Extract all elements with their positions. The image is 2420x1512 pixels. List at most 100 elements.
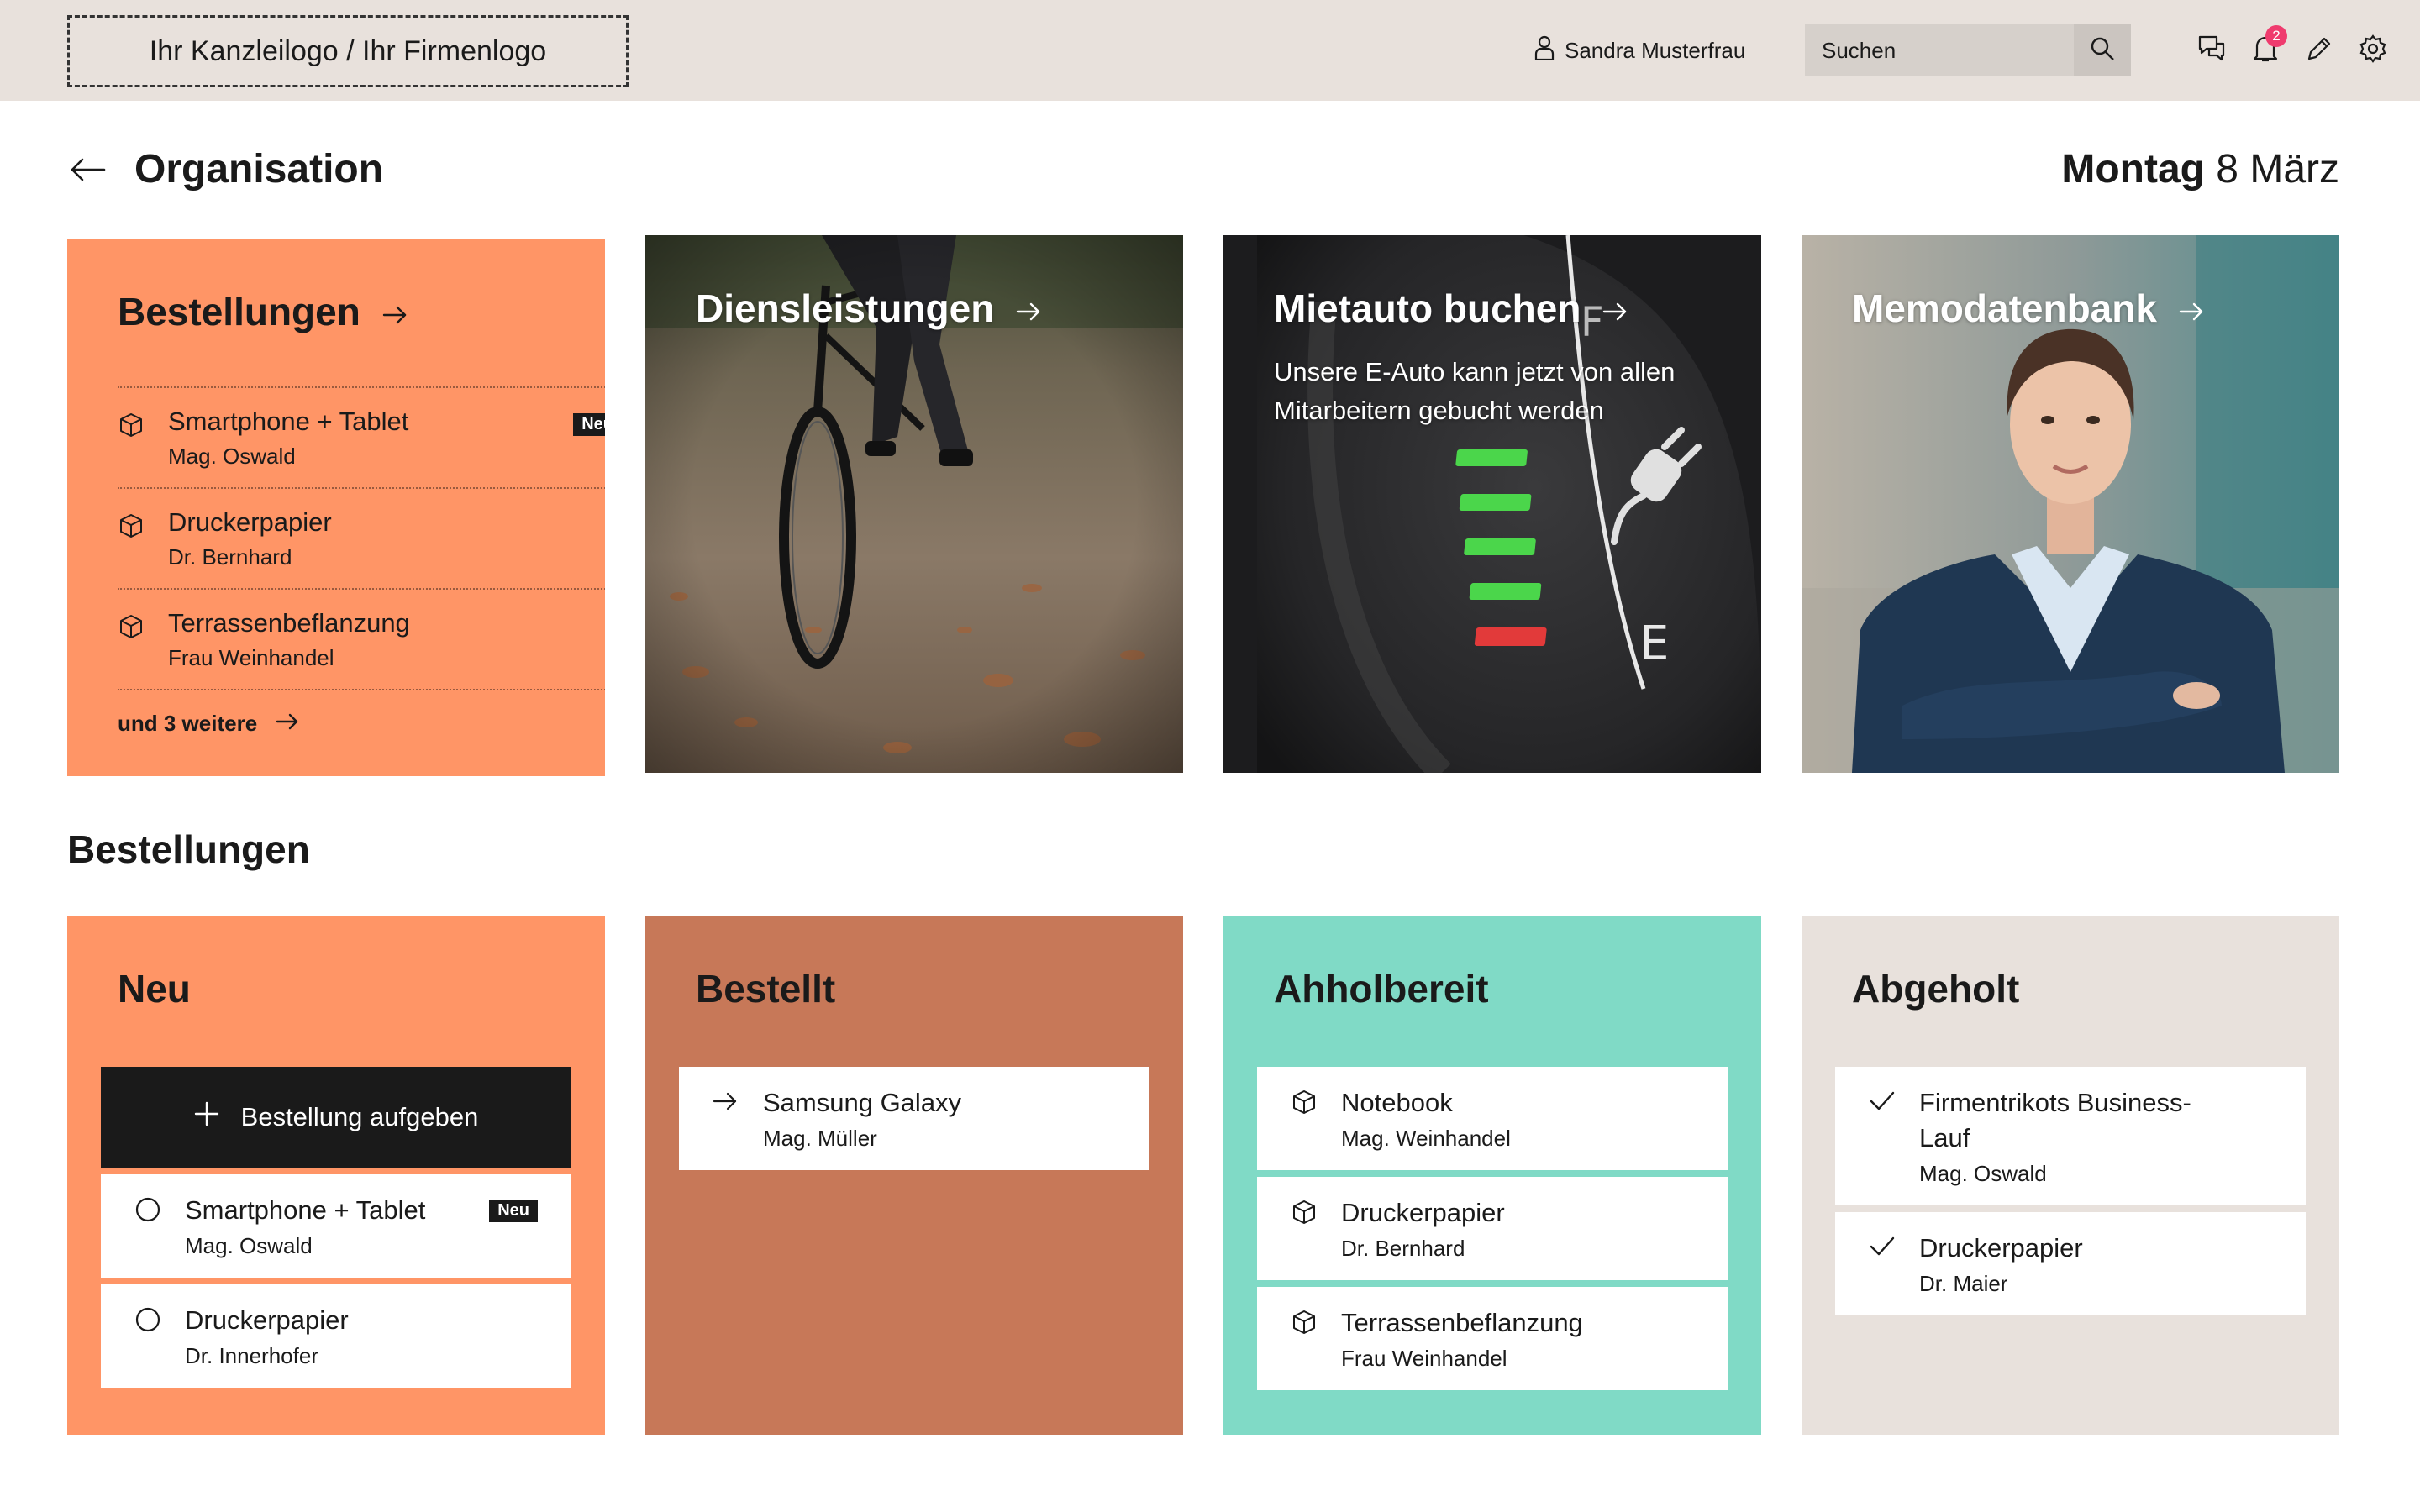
kanban-card[interactable]: Druckerpapier Dr. Innerhofer: [101, 1284, 571, 1388]
search-button[interactable]: [2074, 24, 2131, 76]
kanban-card[interactable]: Smartphone + Tablet Mag. Oswald Neu: [101, 1174, 571, 1278]
orders-card-title-link[interactable]: Bestellungen: [118, 289, 408, 334]
plus-icon: [194, 1101, 219, 1133]
checkmark-icon: [1869, 1234, 1896, 1263]
kanban-column-ready: Ahholbereit Notebook Mag. Weinhandel Dru…: [1223, 916, 1761, 1435]
card-subtitle: Mag. Weinhandel: [1341, 1126, 1511, 1151]
circle-icon[interactable]: [134, 1306, 161, 1337]
user-icon: [1534, 35, 1555, 66]
svg-text:E: E: [1639, 617, 1669, 671]
item-subtitle: Frau Weinhandel: [168, 645, 334, 670]
card-title: Terrassenbeflanzung: [1341, 1308, 1583, 1337]
chat-icon: [2197, 34, 2226, 67]
new-badge: Neu: [489, 1200, 538, 1222]
card-subtitle: Dr. Innerhofer: [185, 1343, 318, 1368]
circle-icon[interactable]: [134, 1196, 161, 1227]
orders-card: Bestellungen Smartphone + Tablet Mag. Os…: [67, 239, 605, 776]
current-date: Montag 8 März: [2061, 146, 2339, 192]
item-subtitle: Mag. Oswald: [168, 444, 296, 469]
kanban-column-new: Neu Bestellung aufgeben Smartphone + Tab…: [67, 916, 605, 1435]
search-input[interactable]: [1805, 24, 2074, 76]
arrow-left-icon: [69, 156, 106, 187]
memo-database-card-title: Memodatenbank: [1852, 286, 2157, 330]
section-title: Bestellungen: [67, 827, 310, 871]
user-menu[interactable]: Sandra Musterfrau: [1534, 34, 1745, 67]
card-title: Notebook: [1341, 1088, 1453, 1117]
search-bar: [1805, 24, 2131, 76]
rental-car-card[interactable]: E F Mietauto buchen Unsere E-Auto kann j…: [1223, 235, 1761, 773]
arrow-right-icon: [1602, 286, 1628, 331]
arrow-right-icon: [2179, 286, 2204, 331]
settings-button[interactable]: [2354, 32, 2391, 69]
list-item[interactable]: Smartphone + Tablet Mag. Oswald Neu: [118, 386, 605, 487]
rental-car-card-title: Mietauto buchen: [1274, 286, 1581, 330]
rental-car-card-title-link[interactable]: Mietauto buchen: [1274, 286, 1628, 331]
package-icon: [118, 412, 145, 443]
memo-database-card[interactable]: Memodatenbank: [1802, 235, 2339, 773]
package-icon: [1291, 1089, 1318, 1120]
chat-button[interactable]: [2193, 32, 2230, 69]
card-title: Druckerpapier: [1919, 1233, 2083, 1263]
arrow-right-icon: [382, 289, 408, 334]
show-more-link[interactable]: und 3 weitere: [118, 689, 605, 737]
new-badge: Neu: [573, 413, 605, 436]
date-rest: 8 März: [2216, 147, 2339, 192]
kanban-card[interactable]: Terrassenbeflanzung Frau Weinhandel: [1257, 1287, 1728, 1390]
kanban-card[interactable]: Samsung Galaxy Mag. Müller: [679, 1067, 1150, 1170]
column-items: Firmentrikots Business-Lauf Mag. Oswald …: [1835, 1067, 2306, 1322]
column-title: Ahholbereit: [1274, 967, 1489, 1011]
arrow-right-icon: [276, 711, 299, 737]
user-name: Sandra Musterfrau: [1565, 37, 1746, 63]
back-button[interactable]: [67, 151, 108, 192]
package-icon: [118, 512, 145, 543]
pencil-icon: [2306, 35, 2333, 66]
edit-button[interactable]: [2301, 32, 2338, 69]
item-title: Terrassenbeflanzung: [168, 608, 410, 638]
card-title: Druckerpapier: [1341, 1198, 1505, 1227]
arrow-right-icon: [1016, 286, 1041, 331]
column-items: Samsung Galaxy Mag. Müller: [679, 1067, 1150, 1177]
add-order-label: Bestellung aufgeben: [240, 1102, 479, 1131]
show-more-label: und 3 weitere: [118, 711, 258, 736]
kanban-column-picked-up: Abgeholt Firmentrikots Business-Lauf Mag…: [1802, 916, 2339, 1435]
list-item[interactable]: Terrassenbeflanzung Frau Weinhandel: [118, 588, 605, 689]
package-icon: [1291, 1199, 1318, 1230]
card-subtitle: Dr. Maier: [1919, 1271, 2008, 1296]
column-items: Bestellung aufgeben Smartphone + Tablet …: [101, 1067, 571, 1394]
memo-database-card-title-link[interactable]: Memodatenbank: [1852, 286, 2204, 331]
package-icon: [118, 613, 145, 644]
page-title: Organisation: [134, 147, 384, 192]
column-title: Neu: [118, 967, 191, 1011]
notification-badge: 2: [2265, 25, 2287, 47]
card-subtitle: Dr. Bernhard: [1341, 1236, 1465, 1261]
services-card[interactable]: Diensleistungen: [645, 235, 1183, 773]
card-subtitle: Mag. Oswald: [1919, 1161, 2047, 1186]
orders-preview-list: Smartphone + Tablet Mag. Oswald Neu Druc…: [118, 386, 605, 737]
card-subtitle: Mag. Müller: [763, 1126, 877, 1151]
gear-icon: [2359, 34, 2387, 67]
card-title: Druckerpapier: [185, 1305, 349, 1335]
checkmark-icon: [1869, 1089, 1896, 1118]
card-title: Firmentrikots Business-Lauf: [1919, 1088, 2191, 1152]
item-title: Druckerpapier: [168, 507, 332, 537]
kanban-card[interactable]: Druckerpapier Dr. Bernhard: [1257, 1177, 1728, 1280]
column-title: Abgeholt: [1852, 967, 2020, 1011]
card-subtitle: Mag. Oswald: [185, 1233, 313, 1258]
list-item[interactable]: Druckerpapier Dr. Bernhard: [118, 487, 605, 588]
orders-card-title: Bestellungen: [118, 290, 360, 333]
package-icon: [1291, 1309, 1318, 1340]
kanban-card[interactable]: Druckerpapier Dr. Maier: [1835, 1212, 2306, 1315]
kanban-card[interactable]: Notebook Mag. Weinhandel: [1257, 1067, 1728, 1170]
notifications-button[interactable]: 2: [2247, 25, 2287, 69]
card-subtitle: Frau Weinhandel: [1341, 1346, 1507, 1371]
rental-car-card-subtitle: Unsere E-Auto kann jetzt von allen Mitar…: [1274, 357, 1676, 425]
date-day: Montag: [2061, 147, 2205, 192]
kanban-card[interactable]: Firmentrikots Business-Lauf Mag. Oswald: [1835, 1067, 2306, 1205]
services-card-title-link[interactable]: Diensleistungen: [696, 286, 1041, 331]
item-title: Smartphone + Tablet: [168, 407, 409, 436]
kanban-column-ordered: Bestellt Samsung Galaxy Mag. Müller: [645, 916, 1183, 1435]
company-logo[interactable]: Ihr Kanzleilogo / Ihr Firmenlogo: [67, 15, 629, 87]
top-bar: Ihr Kanzleilogo / Ihr Firmenlogo Sandra …: [0, 0, 2420, 101]
search-icon: [2090, 36, 2115, 66]
add-order-button[interactable]: Bestellung aufgeben: [101, 1067, 571, 1168]
